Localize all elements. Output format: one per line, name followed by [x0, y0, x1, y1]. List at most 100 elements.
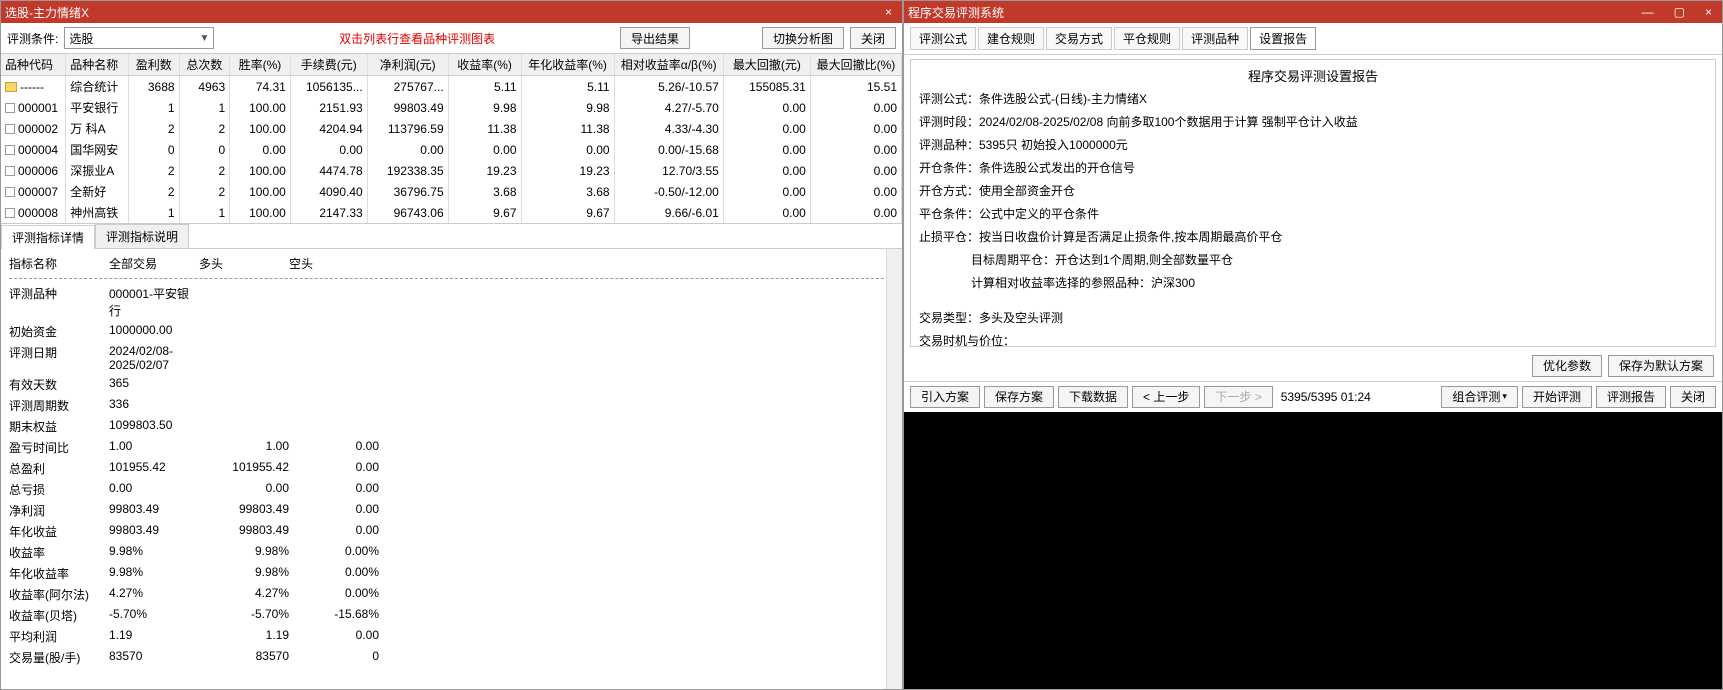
- left-titlebar[interactable]: 选股-主力情绪X ×: [1, 1, 902, 23]
- table-row[interactable]: 000008神州高铁11100.002147.3396743.069.679.6…: [1, 202, 902, 223]
- table-row[interactable]: 000004国华网安000.000.000.000.000.000.00/-15…: [1, 139, 902, 160]
- detail-row: 收益率(阿尔法)4.27%4.27%0.00%: [9, 584, 894, 605]
- detail-row: 总亏损0.000.000.00: [9, 479, 894, 500]
- report-line: 止损平仓：按当日收盘价计算是否满足止损条件,按本周期最高价平仓: [919, 225, 1707, 248]
- col-header[interactable]: 品种名称: [66, 54, 129, 76]
- report-line: 评测公式：条件选股公式-(日线)-主力情绪X: [919, 87, 1707, 110]
- table-row[interactable]: 000002万 科A22100.004204.94113796.5911.381…: [1, 118, 902, 139]
- detail-row: 评测日期2024/02/08-2025/02/07: [9, 342, 894, 374]
- report-line: 评测时段：2024/02/08-2025/02/08 向前多取100个数据用于计…: [919, 110, 1707, 133]
- save-default-button[interactable]: 保存为默认方案: [1608, 355, 1714, 377]
- doc-icon: [5, 103, 15, 113]
- detail-row: 净利润99803.4999803.490.00: [9, 500, 894, 521]
- detail-row: 年化收益99803.4999803.490.00: [9, 521, 894, 542]
- right-tabs: 评测公式建仓规则交易方式平仓规则评测品种设置报告: [904, 23, 1722, 55]
- scrollbar[interactable]: [886, 249, 902, 689]
- detail-row: 总盈利101955.42101955.420.00: [9, 458, 894, 479]
- col-header[interactable]: 手续费(元): [290, 54, 367, 76]
- report-box: 程序交易评测设置报告 评测公式：条件选股公式-(日线)-主力情绪X评测时段：20…: [910, 59, 1716, 347]
- combo-eval-button[interactable]: 组合评测▾: [1441, 386, 1518, 408]
- detail-h1: 全部交易: [109, 255, 199, 272]
- bottom-bar: 引入方案 保存方案 下载数据 < 上一步 下一步 > 5395/5395 01:…: [904, 381, 1722, 412]
- report-line: 目标周期平仓：开仓达到1个周期,则全部数量平仓: [919, 248, 1707, 271]
- detail-row: 盈亏时间比1.001.000.00: [9, 437, 894, 458]
- col-header[interactable]: 胜率(%): [230, 54, 291, 76]
- report-line: 评测品种：5395只 初始投入1000000元: [919, 133, 1707, 156]
- left-title: 选股-主力情绪X: [5, 4, 89, 21]
- col-header[interactable]: 盈利数: [128, 54, 179, 76]
- col-header[interactable]: 收益率(%): [448, 54, 521, 76]
- tab-4[interactable]: 评测品种: [1182, 27, 1248, 50]
- optimize-button[interactable]: 优化参数: [1532, 355, 1602, 377]
- tab-explain[interactable]: 评测指标说明: [95, 224, 189, 248]
- col-header[interactable]: 总次数: [179, 54, 230, 76]
- col-header[interactable]: 年化收益率(%): [521, 54, 614, 76]
- hint-text: 双击列表行查看品种评测图表: [220, 30, 614, 47]
- tab-5[interactable]: 设置报告: [1250, 27, 1316, 50]
- tab-3[interactable]: 平仓规则: [1114, 27, 1180, 50]
- tab-0[interactable]: 评测公式: [910, 27, 976, 50]
- close-button-left[interactable]: 关闭: [850, 27, 896, 49]
- doc-icon: [5, 145, 15, 155]
- detail-h3: 空头: [289, 255, 379, 272]
- col-header[interactable]: 最大回撤比(%): [810, 54, 901, 76]
- close-button-right[interactable]: 关闭: [1670, 386, 1716, 408]
- eval-report-button[interactable]: 评测报告: [1596, 386, 1666, 408]
- save-plan-button[interactable]: 保存方案: [984, 386, 1054, 408]
- table-row[interactable]: 000006深振业A22100.004474.78192338.3519.231…: [1, 160, 902, 181]
- results-table-area: 品种代码品种名称盈利数总次数胜率(%)手续费(元)净利润(元)收益率(%)年化收…: [1, 54, 902, 224]
- report-title: 程序交易评测设置报告: [919, 64, 1707, 87]
- doc-icon: [5, 166, 15, 176]
- doc-icon: [5, 187, 15, 197]
- maximize-icon[interactable]: ▢: [1668, 5, 1691, 19]
- folder-icon: [5, 82, 17, 92]
- tab-1[interactable]: 建仓规则: [978, 27, 1044, 50]
- detail-row: 评测品种000001-平安银行: [9, 283, 894, 321]
- col-header[interactable]: 相对收益率α/β(%): [614, 54, 723, 76]
- detail-row: 有效天数365: [9, 374, 894, 395]
- col-header[interactable]: 品种代码: [1, 54, 66, 76]
- report-line: 平仓条件：公式中定义的平仓条件: [919, 202, 1707, 225]
- right-title: 程序交易评测系统: [908, 4, 1004, 21]
- next-step-button[interactable]: 下一步 >: [1204, 386, 1272, 408]
- download-data-button[interactable]: 下载数据: [1058, 386, 1128, 408]
- detail-row: 评测周期数336: [9, 395, 894, 416]
- chevron-down-icon: ▼: [199, 33, 209, 44]
- table-row[interactable]: 000001平安银行11100.002151.9399803.499.989.9…: [1, 97, 902, 118]
- start-eval-button[interactable]: 开始评测: [1522, 386, 1592, 408]
- detail-row: 收益率9.98%9.98%0.00%: [9, 542, 894, 563]
- export-button[interactable]: 导出结果: [620, 27, 690, 49]
- trade-type: 交易类型：多头及空头评测: [919, 306, 1707, 329]
- tab-detail[interactable]: 评测指标详情: [1, 225, 95, 249]
- report-line: 计算相对收益率选择的参照品种：沪深300: [919, 271, 1707, 294]
- stock-select-window: 选股-主力情绪X × 评测条件: 选股 ▼ 双击列表行查看品种评测图表 导出结果…: [0, 0, 903, 690]
- table-row[interactable]: ------综合统计3688496374.311056135...275767.…: [1, 76, 902, 98]
- switch-chart-button[interactable]: 切换分析图: [762, 27, 844, 49]
- close-icon[interactable]: ×: [1699, 5, 1718, 19]
- table-row[interactable]: 000007全新好22100.004090.4036796.753.683.68…: [1, 181, 902, 202]
- detail-area: 指标名称 全部交易 多头 空头 评测品种000001-平安银行初始资金10000…: [1, 249, 902, 689]
- minimize-icon[interactable]: —: [1636, 5, 1660, 19]
- close-icon[interactable]: ×: [879, 5, 898, 19]
- chevron-down-icon: ▾: [1502, 391, 1507, 402]
- prev-step-button[interactable]: < 上一步: [1132, 386, 1200, 408]
- detail-row: 平均利润1.191.190.00: [9, 626, 894, 647]
- cond-combo[interactable]: 选股 ▼: [64, 27, 214, 49]
- detail-row: 收益率(贝塔)-5.70%-5.70%-15.68%: [9, 605, 894, 626]
- results-table: 品种代码品种名称盈利数总次数胜率(%)手续费(元)净利润(元)收益率(%)年化收…: [1, 54, 902, 223]
- detail-row: 年化收益率9.98%9.98%0.00%: [9, 563, 894, 584]
- report-line: 开仓方式：使用全部资金开仓: [919, 179, 1707, 202]
- detail-row: 交易量(股/手)83570835700: [9, 647, 894, 668]
- right-titlebar[interactable]: 程序交易评测系统 — ▢ ×: [904, 1, 1722, 23]
- doc-icon: [5, 124, 15, 134]
- trading-eval-window: 程序交易评测系统 — ▢ × 评测公式建仓规则交易方式平仓规则评测品种设置报告 …: [903, 0, 1723, 690]
- detail-h2: 多头: [199, 255, 289, 272]
- progress-text: 5395/5395 01:24: [1277, 390, 1375, 404]
- col-header[interactable]: 净利润(元): [367, 54, 448, 76]
- cond-label: 评测条件:: [7, 30, 58, 47]
- report-line: 开仓条件：条件选股公式发出的开仓信号: [919, 156, 1707, 179]
- left-toolbar: 评测条件: 选股 ▼ 双击列表行查看品种评测图表 导出结果 切换分析图 关闭: [1, 23, 902, 54]
- tab-2[interactable]: 交易方式: [1046, 27, 1112, 50]
- col-header[interactable]: 最大回撤(元): [723, 54, 810, 76]
- import-plan-button[interactable]: 引入方案: [910, 386, 980, 408]
